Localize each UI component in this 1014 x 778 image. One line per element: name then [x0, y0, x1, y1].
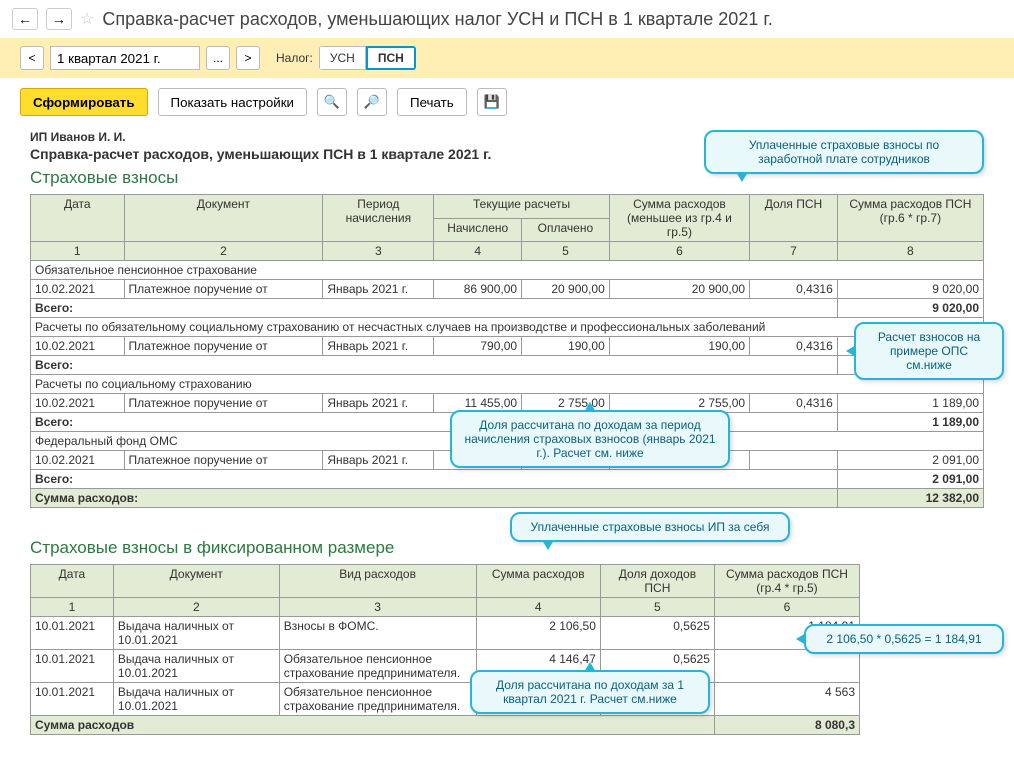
page-title: Справка-расчет расходов, уменьшающих нал… [102, 9, 772, 30]
tax-psn-button[interactable]: ПСН [366, 46, 416, 70]
zoom-out-button[interactable]: 🔎 [357, 88, 387, 116]
callout-ip-self: Уплаченные страховые взносы ИП за себя [510, 512, 790, 542]
col-date: Дата [31, 195, 125, 242]
group-ns[interactable]: Расчеты по обязательному социальному стр… [31, 318, 984, 337]
col2-date: Дата [31, 565, 114, 598]
period-picker-button[interactable]: ... [206, 46, 230, 70]
group-ops[interactable]: Обязательное пенсионное страхование [31, 261, 984, 280]
zoom-in-button[interactable]: 🔍 [317, 88, 347, 116]
action-bar: Сформировать Показать настройки 🔍 🔎 Печа… [0, 78, 1014, 126]
report-area: Уплаченные страховые взносы по заработно… [0, 130, 1014, 755]
table-row: 10.02.2021 Платежное поручение от Январь… [31, 337, 984, 356]
table-fixed-insurance: Дата Документ Вид расходов Сумма расходо… [30, 564, 860, 735]
col2-sum: Сумма расходов [476, 565, 600, 598]
tax-usn-button[interactable]: УСН [319, 46, 366, 70]
callout-employee-contributions: Уплаченные страховые взносы по заработно… [704, 130, 984, 174]
table-row: 10.02.2021 Платежное поручение от Январь… [31, 280, 984, 299]
period-toolbar: < ... > Налог: УСН ПСН [0, 38, 1014, 78]
col-doc: Документ [124, 195, 323, 242]
col2-share: Доля доходов ПСН [600, 565, 714, 598]
col2-psn: Сумма расходов ПСН (гр.4 * гр.5) [714, 565, 859, 598]
section2-title: Страховые взносы в фиксированном размере [30, 538, 984, 558]
back-button[interactable]: ← [12, 8, 38, 30]
callout-calculation: 2 106,50 * 0,5625 = 1 184,91 [804, 624, 1004, 654]
col2-doc: Документ [113, 565, 279, 598]
col-psn: Сумма расходов ПСН (гр.6 * гр.7) [837, 195, 983, 242]
print-button[interactable]: Печать [397, 88, 467, 116]
callout-ops-example: Расчет взносов на примере ОПС см.ниже [854, 322, 1004, 380]
col-paid: Оплачено [522, 218, 610, 242]
period-prev-button[interactable]: < [20, 46, 44, 70]
col-period: Период начисления [323, 195, 434, 242]
favorite-star-icon[interactable]: ☆ [80, 9, 94, 29]
col2-kind: Вид расходов [279, 565, 476, 598]
header-bar: ← → ☆ Справка-расчет расходов, уменьшающ… [0, 0, 1014, 38]
show-settings-button[interactable]: Показать настройки [158, 88, 307, 116]
grand-total-value: 12 382,00 [837, 489, 983, 508]
callout-share-quarter: Доля рассчитана по доходам за 1 квартал … [470, 670, 710, 714]
table-row: 10.01.2021 Выдача наличных от 10.01.2021… [31, 617, 860, 650]
grand-total2-value: 8 080,3 [714, 716, 859, 735]
col-share: Доля ПСН [750, 195, 838, 242]
col-current: Текущие расчеты [434, 195, 609, 219]
grand-total-label: Сумма расходов: [31, 489, 838, 508]
group-soc[interactable]: Расчеты по социальному страхованию [31, 375, 984, 394]
table-row: 10.01.2021 Выдача наличных от 10.01.2021… [31, 683, 860, 716]
period-input[interactable] [50, 46, 200, 70]
col-min: Сумма расходов (меньшее из гр.4 и гр.5) [609, 195, 749, 242]
generate-button[interactable]: Сформировать [20, 88, 148, 116]
callout-share-period: Доля рассчитана по доходам за период нач… [450, 410, 730, 468]
save-button[interactable]: 💾 [477, 88, 507, 116]
tax-label: Налог: [276, 51, 313, 65]
period-next-button[interactable]: > [236, 46, 260, 70]
forward-button[interactable]: → [46, 8, 72, 30]
tax-switch: УСН ПСН [319, 46, 416, 70]
col-charged: Начислено [434, 218, 522, 242]
table-row: 10.01.2021 Выдача наличных от 10.01.2021… [31, 650, 860, 683]
grand-total2-label: Сумма расходов [31, 716, 715, 735]
